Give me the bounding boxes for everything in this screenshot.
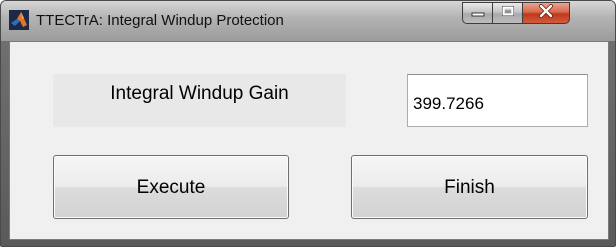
gain-label: Integral Windup Gain bbox=[53, 74, 346, 127]
app-window: TTECTrA: Integral Windup Protection Inte… bbox=[0, 0, 616, 247]
title-bar[interactable]: TTECTrA: Integral Windup Protection bbox=[1, 1, 615, 41]
minimize-button[interactable] bbox=[462, 2, 492, 24]
close-icon bbox=[538, 3, 554, 23]
caption-buttons bbox=[462, 2, 570, 24]
maximize-icon bbox=[501, 4, 515, 22]
close-button[interactable] bbox=[522, 2, 570, 24]
minimize-icon bbox=[471, 4, 485, 22]
matlab-logo-icon[interactable] bbox=[9, 10, 29, 30]
maximize-button[interactable] bbox=[492, 2, 522, 24]
finish-button[interactable]: Finish bbox=[351, 155, 588, 219]
execute-button[interactable]: Execute bbox=[53, 155, 289, 219]
gain-value-field[interactable]: 399.7266 bbox=[407, 74, 588, 127]
window-title: TTECTrA: Integral Windup Protection bbox=[36, 12, 284, 29]
client-area: Integral Windup Gain 399.7266 Execute Fi… bbox=[9, 41, 609, 240]
